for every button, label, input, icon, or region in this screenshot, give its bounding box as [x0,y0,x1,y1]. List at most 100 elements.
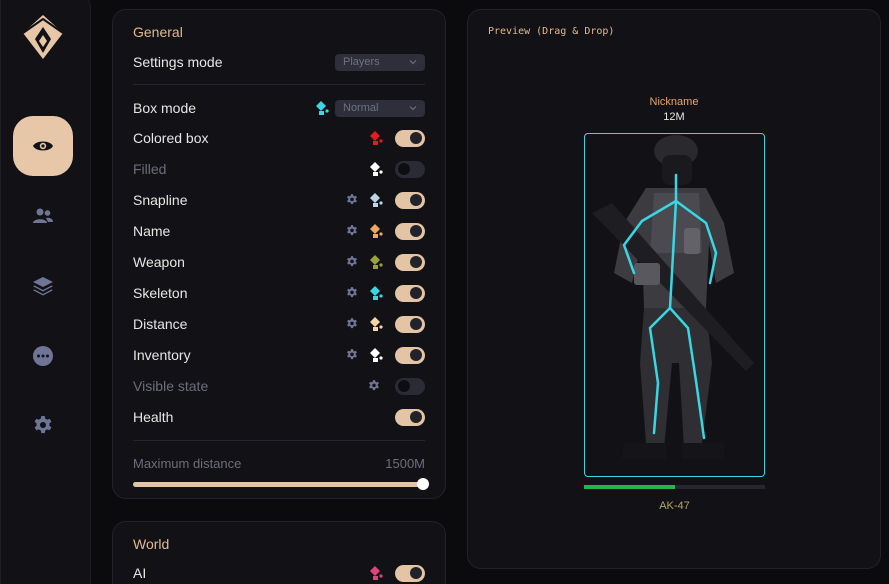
paint-bucket-icon[interactable] [367,192,383,208]
settings-mode-label: Settings mode [133,54,223,70]
gear-icon[interactable] [345,317,359,331]
paint-bucket-icon[interactable] [367,347,383,363]
max-distance-label: Maximum distance [133,456,242,471]
chevron-down-icon [409,59,417,64]
world-section-title: World [133,536,170,552]
box-mode-select[interactable]: Normal [335,99,425,117]
nav-layers[interactable] [13,256,73,316]
setting-label: Filled [133,161,167,177]
eye-icon [33,141,53,151]
nav-visuals[interactable] [13,116,73,176]
setting-label: Name [133,223,171,239]
preview-title: Preview (Drag & Drop) [488,26,615,37]
toggle-knob [410,567,422,579]
toggle-knob [410,225,422,237]
setting-label: Weapon [133,254,185,270]
esp-health-fill [584,485,675,489]
toggle-knob [410,194,422,206]
ai-label: AI [133,565,147,581]
setting-toggle[interactable] [395,377,425,395]
setting-row: Snapline [133,189,425,211]
esp-distance[interactable]: 12M [584,111,764,123]
paint-bucket-icon[interactable] [367,161,383,177]
setting-toggle[interactable] [395,346,425,364]
box-mode-label: Box mode [133,100,197,116]
settings-icon [34,416,52,434]
world-row-ai: AI [133,562,425,584]
max-distance-value: 1500M [385,456,425,471]
esp-health-bar [584,485,765,489]
divider [133,440,425,441]
setting-row: Name [133,220,425,242]
box-mode-row: Box mode Normal [133,97,425,119]
nav-players[interactable] [13,186,73,246]
toggle-knob [410,411,422,423]
setting-toggle[interactable] [395,191,425,209]
esp-box [584,133,765,477]
setting-row: Colored box [133,127,425,149]
paint-bucket-icon[interactable] [367,254,383,270]
general-panel: General Settings mode Players Box mode N… [112,9,446,499]
setting-row: Visible state [133,375,425,397]
esp-weapon: AK-47 [659,500,690,512]
esp-nickname: Nickname [649,96,699,108]
gear-icon[interactable] [345,224,359,238]
setting-row: Skeleton [133,282,425,304]
setting-label: Distance [133,316,188,332]
setting-label: Colored box [133,130,209,146]
toggle-knob [410,287,422,299]
setting-toggle[interactable] [395,160,425,178]
gear-icon[interactable] [367,379,381,393]
toggle-knob [410,349,422,361]
setting-label: Visible state [133,378,209,394]
nav-misc[interactable] [13,326,73,386]
paint-bucket-icon[interactable] [367,130,383,146]
setting-label: Skeleton [133,285,188,301]
setting-toggle[interactable] [395,408,425,426]
toggle-knob [410,256,422,268]
max-distance-slider-thumb[interactable] [417,478,429,490]
paint-bucket-icon[interactable] [367,316,383,332]
layers-icon [33,277,53,296]
box-mode-value: Normal [343,102,379,114]
setting-label: Snapline [133,192,188,208]
general-section-title: General [133,24,183,40]
setting-row: Weapon [133,251,425,273]
more-icon [33,346,53,366]
users-icon [33,208,53,223]
toggle-knob [410,318,422,330]
setting-toggle[interactable] [395,253,425,271]
gear-icon[interactable] [345,255,359,269]
setting-toggle[interactable] [395,315,425,333]
toggle-knob [398,163,410,175]
setting-toggle[interactable] [395,222,425,240]
chevron-down-icon [409,105,417,110]
setting-row: Filled [133,158,425,180]
paint-bucket-icon[interactable] [367,285,383,301]
setting-row: Health [133,406,425,428]
gear-icon[interactable] [345,348,359,362]
world-panel: World AI [112,521,446,584]
paint-bucket-icon[interactable] [313,100,329,116]
divider [133,84,425,85]
setting-label: Health [133,409,174,425]
gear-icon[interactable] [345,286,359,300]
toggle-knob [410,132,422,144]
max-distance-slider-track[interactable] [133,482,425,487]
app-logo [22,15,64,59]
setting-toggle[interactable] [395,284,425,302]
setting-label: Inventory [133,347,191,363]
paint-bucket-icon[interactable] [367,565,383,581]
paint-bucket-icon[interactable] [367,223,383,239]
setting-row: Distance [133,313,425,335]
preview-panel: Preview (Drag & Drop) Nickname 12M AK-47 [467,9,881,569]
gear-icon[interactable] [345,193,359,207]
setting-toggle[interactable] [395,129,425,147]
sidebar [0,0,91,584]
setting-row: Inventory [133,344,425,366]
settings-mode-select[interactable]: Players [335,53,425,71]
ai-toggle[interactable] [395,564,425,582]
toggle-knob [398,380,410,392]
nav-settings[interactable] [13,396,73,456]
settings-mode-value: Players [343,56,380,68]
